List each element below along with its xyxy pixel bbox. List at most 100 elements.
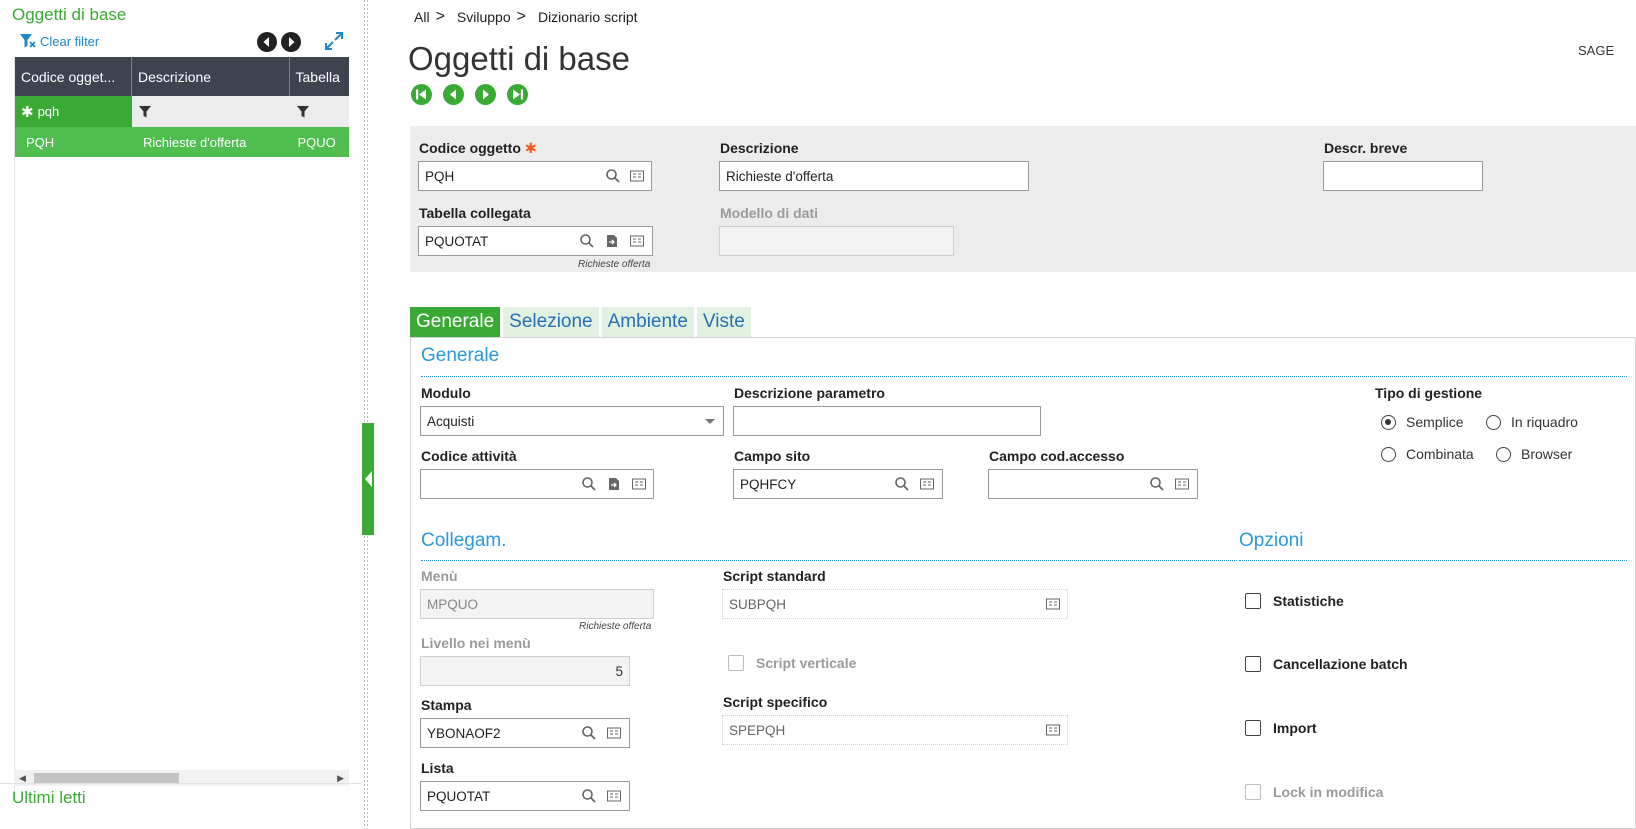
- checkbox-import[interactable]: Import: [1245, 720, 1317, 736]
- codice-oggetto-field[interactable]: PQH: [418, 161, 652, 191]
- column-header-description[interactable]: Descrizione: [132, 57, 290, 96]
- search-icon[interactable]: [581, 725, 597, 741]
- breadcrumb-item-dizionario[interactable]: Dizionario script: [538, 9, 638, 25]
- tab-selezione[interactable]: Selezione: [503, 307, 599, 337]
- table-row[interactable]: PQH Richieste d'offerta PQUO: [15, 127, 349, 157]
- section-title-collegam: Collegam.: [421, 530, 507, 551]
- expand-icon[interactable]: [323, 30, 345, 52]
- column-header-code[interactable]: Codice ogget...: [15, 57, 132, 96]
- filter-cell-code[interactable]: ✱ pqh: [15, 96, 132, 127]
- lista-field[interactable]: PQUOTAT: [420, 781, 630, 811]
- detail-icon[interactable]: [606, 725, 622, 741]
- breadcrumb-item-all[interactable]: All: [414, 9, 430, 25]
- checkbox-icon: [1245, 656, 1261, 672]
- script-standard-field[interactable]: SUBPQH: [722, 589, 1068, 619]
- radio-semplice[interactable]: Semplice: [1381, 414, 1464, 430]
- search-icon[interactable]: [605, 168, 621, 184]
- codice-attivita-label: Codice attività: [421, 448, 517, 464]
- section-divider: [421, 560, 1237, 561]
- tab-generale[interactable]: Generale: [410, 307, 501, 337]
- codice-oggetto-label: Codice oggetto ✱: [419, 140, 537, 156]
- column-header-table[interactable]: Tabella: [290, 57, 349, 96]
- user-label[interactable]: SAGE: [1578, 43, 1614, 58]
- goto-icon[interactable]: [606, 476, 622, 492]
- stampa-field[interactable]: YBONAOF2: [420, 718, 630, 748]
- radio-in-riquadro[interactable]: In riquadro: [1486, 414, 1578, 430]
- last-record-icon[interactable]: [507, 84, 528, 105]
- detail-icon[interactable]: [631, 476, 647, 492]
- checkbox-statistiche[interactable]: Statistiche: [1245, 593, 1344, 609]
- detail-icon[interactable]: [1045, 596, 1061, 612]
- search-icon[interactable]: [579, 233, 595, 249]
- previous-icon[interactable]: [257, 32, 277, 52]
- detail-icon[interactable]: [1174, 476, 1190, 492]
- campo-cod-accesso-field[interactable]: [988, 469, 1198, 499]
- detail-icon[interactable]: [1045, 722, 1061, 738]
- descrizione-parametro-field[interactable]: [733, 406, 1041, 436]
- radio-browser[interactable]: Browser: [1496, 446, 1572, 462]
- radio-icon: [1381, 446, 1396, 462]
- campo-sito-field[interactable]: PQHFCY: [733, 469, 943, 499]
- breadcrumb-separator-icon: >: [435, 8, 445, 25]
- filter-value: pqh: [37, 104, 60, 119]
- section-divider: [421, 376, 1627, 377]
- livello-menu-field: 5: [420, 656, 630, 686]
- tabella-collegata-label: Tabella collegata: [419, 205, 531, 221]
- search-icon[interactable]: [1149, 476, 1165, 492]
- script-standard-label: Script standard: [723, 568, 826, 584]
- section-title-opzioni: Opzioni: [1239, 530, 1304, 551]
- checkbox-icon: [1245, 784, 1261, 800]
- script-specifico-field[interactable]: SPEPQH: [722, 715, 1068, 745]
- codice-attivita-field[interactable]: [420, 469, 654, 499]
- lista-label: Lista: [421, 760, 454, 776]
- search-icon[interactable]: [581, 476, 597, 492]
- detail-icon[interactable]: [629, 233, 645, 249]
- breadcrumb-item-sviluppo[interactable]: Sviluppo: [457, 9, 511, 25]
- first-record-icon[interactable]: [411, 84, 432, 105]
- script-verticale-checkbox: Script verticale: [728, 655, 856, 671]
- recent-section-title[interactable]: Ultimi letti: [12, 788, 86, 808]
- detail-icon[interactable]: [919, 476, 935, 492]
- tabella-collegata-field[interactable]: PQUOTAT: [418, 226, 653, 256]
- header-section: Codice oggetto ✱ PQH Descrizione Richiest…: [410, 126, 1636, 272]
- grid-filter-row: ✱ pqh: [15, 96, 349, 127]
- checkbox-lock-in-modifica: Lock in modifica: [1245, 784, 1383, 800]
- goto-icon[interactable]: [604, 233, 620, 249]
- clear-filter-button[interactable]: Clear filter: [19, 33, 99, 49]
- next-record-icon[interactable]: [475, 84, 496, 105]
- breadcrumb: All > Sviluppo > Dizionario script: [414, 8, 638, 26]
- previous-record-icon[interactable]: [443, 84, 464, 105]
- search-icon[interactable]: [894, 476, 910, 492]
- row-description: Richieste d'offerta: [142, 134, 247, 150]
- radio-combinata[interactable]: Combinata: [1381, 446, 1474, 462]
- tab-panel-generale: Generale Modulo Acquisti Descrizione par…: [410, 337, 1636, 829]
- filter-cell-description[interactable]: [132, 96, 290, 127]
- tab-viste[interactable]: Viste: [696, 307, 751, 337]
- radio-icon: [1486, 414, 1501, 430]
- chevron-down-icon: [705, 419, 715, 424]
- tabella-hint: Richieste offerta: [578, 259, 651, 270]
- livello-menu-label: Livello nei menù: [421, 635, 531, 651]
- collapse-panel-button[interactable]: [362, 423, 374, 535]
- grid-header: Codice ogget... Descrizione Tabella: [15, 57, 349, 96]
- detail-icon[interactable]: [606, 788, 622, 804]
- tab-ambiente[interactable]: Ambiente: [601, 307, 694, 337]
- search-icon[interactable]: [581, 788, 597, 804]
- page-title: Oggetti di base: [408, 40, 630, 77]
- modello-dati-label: Modello di dati: [720, 205, 818, 221]
- filter-cell-table[interactable]: [290, 96, 349, 127]
- descrizione-field[interactable]: Richieste d'offerta: [719, 161, 1029, 191]
- results-grid: Codice ogget... Descrizione Tabella ✱ pq…: [14, 57, 349, 791]
- detail-icon[interactable]: [629, 168, 645, 184]
- tab-bar: Generale Selezione Ambiente Viste: [410, 307, 751, 337]
- next-icon[interactable]: [281, 32, 301, 52]
- row-code: PQH: [26, 134, 55, 150]
- checkbox-cancellazione-batch[interactable]: Cancellazione batch: [1245, 656, 1408, 672]
- descr-breve-label: Descr. breve: [1324, 140, 1408, 156]
- menu-field: MPQUO: [420, 589, 654, 619]
- chevron-left-icon: [365, 471, 372, 487]
- descr-breve-field[interactable]: [1323, 161, 1483, 191]
- section-title-generale: Generale: [421, 345, 500, 366]
- modulo-select[interactable]: Acquisti: [420, 406, 724, 436]
- panel-splitter[interactable]: [364, 0, 368, 829]
